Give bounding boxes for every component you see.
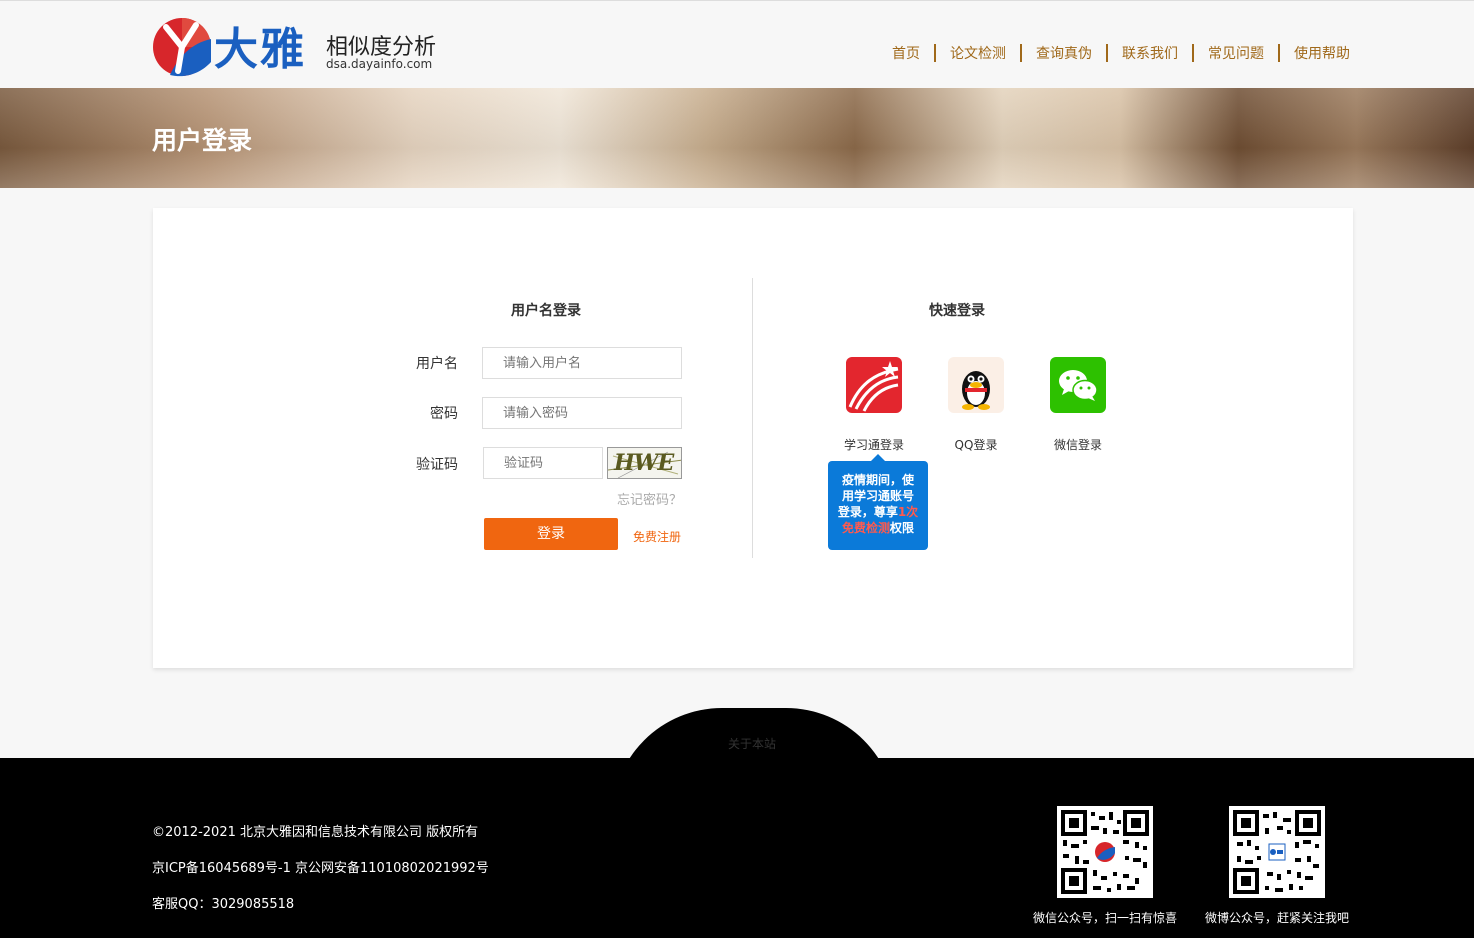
site-footer: ©2012-2021 北京大雅因和信息技术有限公司 版权所有 京ICP备1604…	[0, 758, 1474, 938]
xuexitong-icon	[846, 357, 902, 413]
about-site-link[interactable]: 关于本站	[612, 735, 892, 752]
logo-url: dsa.dayainfo.com	[326, 57, 433, 71]
site-header: 大雅 相似度分析 dsa.dayainfo.com 首页 论文检测 查询真伪 联…	[0, 0, 1474, 88]
promo-highlight-free: 免费检测	[841, 521, 890, 535]
password-input[interactable]	[482, 397, 682, 429]
captcha-input[interactable]	[483, 447, 603, 479]
qq-login-label: QQ登录	[954, 438, 998, 452]
promo-highlight-times: 1次	[897, 505, 919, 519]
wechat-qr-label: 微信公众号，扫一扫有惊喜	[1032, 911, 1177, 925]
qq-penguin-icon	[948, 357, 1004, 413]
nav-faq[interactable]: 常见问题	[1194, 43, 1278, 63]
main-nav: 首页 论文检测 查询真伪 联系我们 常见问题 使用帮助	[878, 43, 1350, 63]
captcha-label: 验证码	[416, 457, 458, 473]
nav-verify[interactable]: 查询真伪	[1022, 43, 1106, 63]
wechat-icon	[1050, 357, 1106, 413]
login-button[interactable]: 登录	[484, 518, 618, 550]
nav-contact[interactable]: 联系我们	[1108, 43, 1192, 63]
nav-help[interactable]: 使用帮助	[1280, 43, 1350, 63]
wechat-qr-code	[1057, 806, 1153, 898]
xuexitong-login-label: 学习通登录	[843, 438, 904, 452]
username-input[interactable]	[482, 347, 682, 379]
login-card: 用户名登录 用户名 密码 验证码 HWE 忘记密码？ 登录 免费注册 快速登录 …	[153, 208, 1353, 668]
promo-tooltip: 疫情期间，使用学习通账号登录，尊享1次免费检测权限	[828, 454, 928, 550]
copyright: ©2012-2021 北京大雅因和信息技术有限公司 版权所有	[152, 825, 479, 840]
nav-home[interactable]: 首页	[878, 43, 934, 63]
service-qq: 客服QQ：3029085518	[152, 897, 295, 912]
weibo-qr-label: 微博公众号，赶紧关注我吧	[1204, 911, 1349, 925]
vertical-divider	[752, 278, 753, 558]
captcha-image[interactable]: HWE	[607, 447, 682, 479]
weibo-qr-code	[1229, 806, 1325, 898]
dy-logo-icon	[153, 18, 211, 77]
nav-paper-check[interactable]: 论文检测	[936, 43, 1020, 63]
icp-record[interactable]: 京ICP备16045689号-1 京公网安备11010802021992号	[152, 857, 489, 876]
username-label: 用户名	[416, 356, 458, 372]
forgot-password-link[interactable]: 忘记密码？	[617, 489, 682, 508]
logo-brand: 大雅	[214, 24, 306, 75]
page-title: 用户登录	[152, 126, 253, 155]
wechat-login-label: 微信登录	[1053, 438, 1102, 452]
password-label: 密码	[430, 406, 458, 422]
page-banner: 用户登录	[0, 88, 1474, 188]
register-link[interactable]: 免费注册	[633, 528, 681, 545]
promo-text-end: 权限	[890, 521, 915, 535]
quick-login-title: 快速登录	[929, 303, 985, 319]
username-login-title: 用户名登录	[511, 303, 581, 319]
captcha-text: HWE	[614, 450, 674, 476]
